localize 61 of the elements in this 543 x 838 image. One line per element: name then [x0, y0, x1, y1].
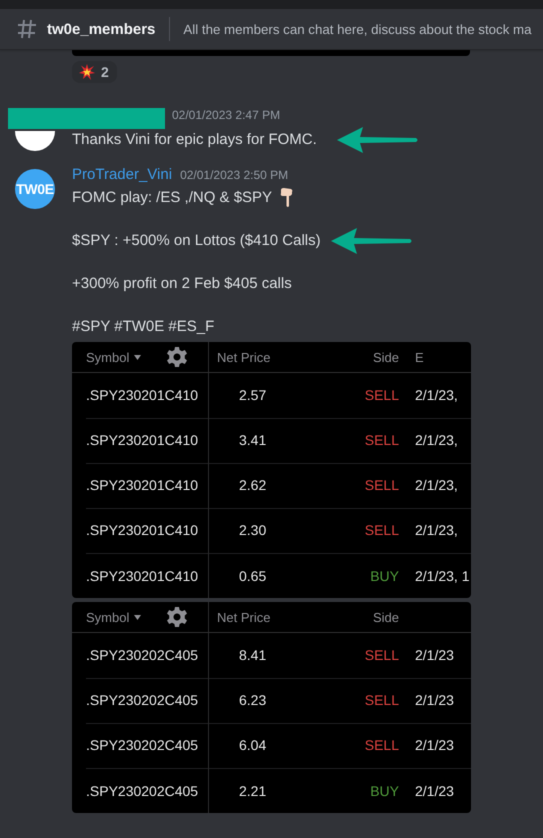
- table-cell: 2.62: [239, 477, 266, 493]
- table-cell: .SPY230201C410: [86, 477, 198, 493]
- settings-icon: [166, 606, 188, 628]
- table-cell: 2/1/23,: [415, 522, 458, 538]
- column-header[interactable]: Symbol: [86, 610, 130, 624]
- message-text: Thanks Vini for epic plays for FOMC.: [72, 130, 317, 150]
- reaction-button[interactable]: 2: [72, 61, 117, 83]
- channel-topic: All the members can chat here, discuss about the stock ma: [183, 22, 532, 36]
- table-cell: 2/1/23: [415, 692, 454, 708]
- table-cell: 3.41: [239, 432, 266, 448]
- timestamp: 02/01/2023 2:47 PM: [172, 108, 280, 122]
- message-text: +300% profit on 2 Feb $405 calls: [72, 274, 292, 294]
- message-text: $SPY : +500% on Lottos ($410 Calls): [72, 231, 321, 251]
- table-cell: SELL: [364, 522, 399, 538]
- column-header[interactable]: Symbol: [86, 350, 130, 364]
- table-cell: 2/1/23,: [415, 477, 458, 493]
- table-cell: 2.21: [239, 782, 266, 798]
- column-header[interactable]: E: [415, 350, 424, 364]
- table-cell: 6.04: [239, 737, 266, 753]
- table-cell: 8.41: [239, 647, 266, 663]
- column-header[interactable]: Side: [372, 610, 399, 624]
- table-cell: SELL: [364, 432, 399, 448]
- settings-icon: [166, 346, 188, 368]
- table-cell: SELL: [364, 647, 399, 663]
- table-cell: 2/1/23: [415, 737, 454, 753]
- table-cell: 6.23: [239, 692, 266, 708]
- channel-name: tw0e_members: [47, 20, 156, 38]
- channel-hash-icon: [16, 18, 38, 40]
- table-cell: 0.65: [239, 568, 266, 584]
- table-cell: .SPY230202C405: [86, 692, 198, 708]
- table-cell: SELL: [364, 692, 399, 708]
- column-header[interactable]: Net Price: [217, 350, 270, 364]
- table-cell: .SPY230202C405: [86, 647, 198, 663]
- table-cell: 2/1/23: [415, 782, 454, 798]
- table-cell: 2/1/23,: [415, 387, 458, 403]
- table-cell: .SPY230201C410: [86, 387, 198, 403]
- table-cell: BUY: [370, 782, 399, 798]
- table-cell: .SPY230201C410: [86, 568, 198, 584]
- caret-icon: [134, 354, 142, 360]
- burst-icon: [79, 64, 95, 80]
- table-cell: 2/1/23, 1: [415, 568, 470, 584]
- table-cell: 2/1/23,: [415, 432, 458, 448]
- table-cell: .SPY230202C405: [86, 737, 198, 753]
- column-header[interactable]: Side: [372, 350, 399, 364]
- table-cell: .SPY230201C410: [86, 432, 198, 448]
- message-text: #SPY #TW0E #ES_F: [72, 317, 214, 337]
- message-text: FOMC play: /ES ,/NQ & $SPY: [72, 188, 272, 208]
- username[interactable]: ProTrader_Vini: [72, 166, 172, 183]
- column-header[interactable]: Net Price: [217, 610, 270, 624]
- table-cell: SELL: [364, 737, 399, 753]
- table-cell: 2.30: [239, 522, 266, 538]
- timestamp: 02/01/2023 2:50 PM: [180, 168, 288, 182]
- table-cell: 2/1/23: [415, 647, 454, 663]
- avatar[interactable]: [15, 131, 55, 151]
- table-cell: SELL: [364, 387, 399, 403]
- table-cell: .SPY230202C405: [86, 782, 198, 798]
- table-cell: .SPY230201C410: [86, 522, 198, 538]
- caret-icon: [134, 614, 142, 620]
- table-cell: 2.57: [239, 387, 266, 403]
- table-cell: BUY: [370, 568, 399, 584]
- table-cell: SELL: [364, 477, 399, 493]
